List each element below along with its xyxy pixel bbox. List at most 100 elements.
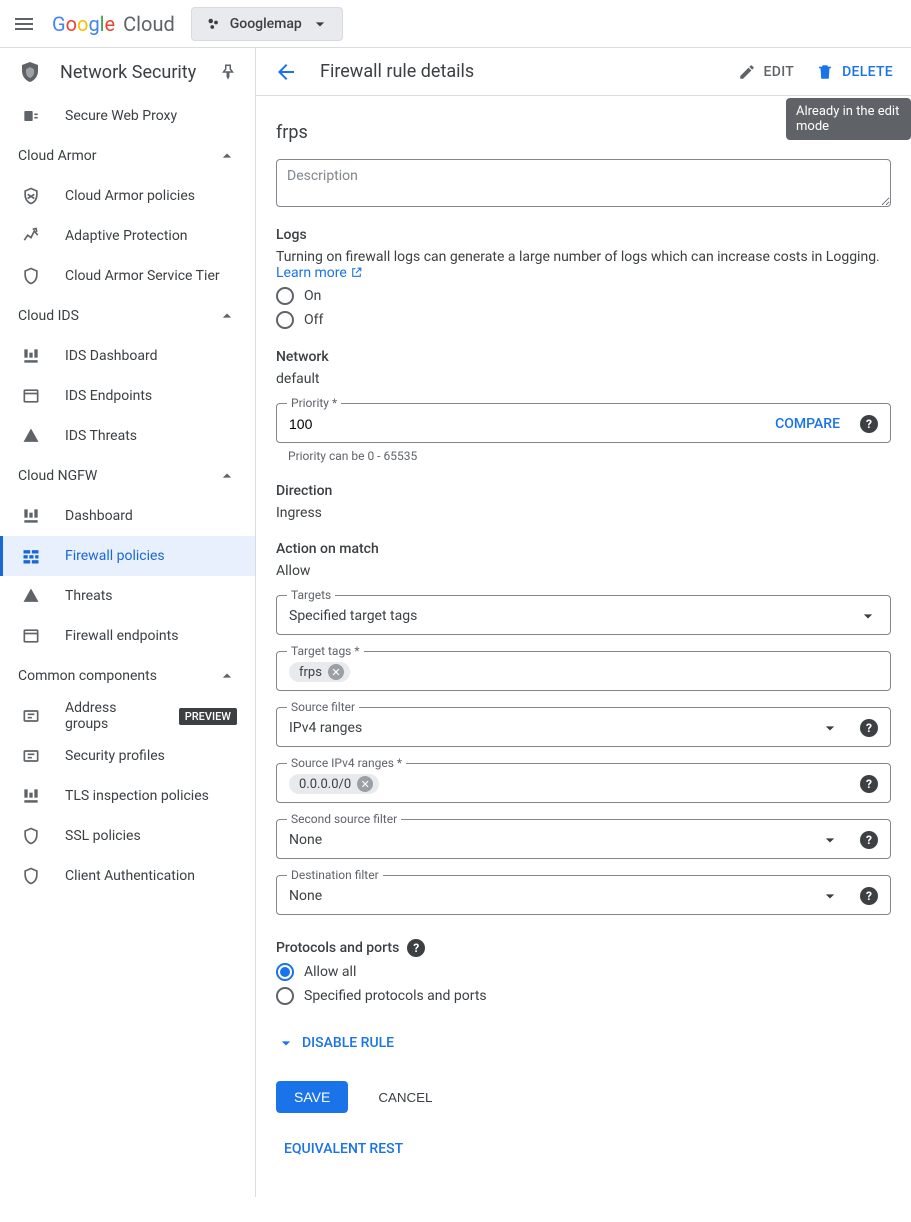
second-source-filter-select[interactable]: Second source filter None ? xyxy=(276,819,891,859)
armor-policies-icon xyxy=(21,186,41,206)
help-icon[interactable]: ? xyxy=(407,939,425,957)
dest-filter-label: Destination filter xyxy=(287,868,383,882)
caret-down-icon xyxy=(820,830,840,850)
sidebar-item-ngfw-threats[interactable]: Threats xyxy=(0,576,255,616)
priority-field[interactable]: Priority * COMPARE ? xyxy=(276,403,891,443)
source-ranges-field[interactable]: Source IPv4 ranges * 0.0.0.0/0 ✕ ? xyxy=(276,763,891,803)
sidebar-item-address-groups[interactable]: Address groups PREVIEW xyxy=(0,696,255,736)
sidebar-item-client-auth[interactable]: Client Authentication xyxy=(0,856,255,896)
sidebar-item-label: Client Authentication xyxy=(65,868,195,884)
help-icon[interactable]: ? xyxy=(860,719,878,737)
sidebar-group-common-components[interactable]: Common components xyxy=(0,656,255,696)
proxy-icon xyxy=(21,106,41,126)
description-input[interactable]: Description xyxy=(276,159,891,207)
help-icon[interactable]: ? xyxy=(860,831,878,849)
help-icon[interactable]: ? xyxy=(860,415,878,433)
back-arrow-icon[interactable] xyxy=(274,60,298,84)
priority-label: Priority * xyxy=(287,396,341,410)
network-value: default xyxy=(276,371,891,387)
logs-on-radio[interactable]: On xyxy=(276,287,891,305)
logs-description: Turning on firewall logs can generate a … xyxy=(276,249,891,281)
dashboard-icon xyxy=(21,506,41,526)
disable-rule-toggle[interactable]: DISABLE RULE xyxy=(276,1033,394,1053)
sidebar-group-cloud-ngfw[interactable]: Cloud NGFW xyxy=(0,456,255,496)
project-selector[interactable]: Googlemap xyxy=(191,7,343,41)
source-ranges-label: Source IPv4 ranges * xyxy=(287,756,406,770)
pin-icon[interactable] xyxy=(219,63,237,81)
save-button[interactable]: SAVE xyxy=(276,1081,348,1113)
sidebar-group-label: Cloud NGFW xyxy=(18,468,97,484)
sidebar-item-secure-web-proxy[interactable]: Secure Web Proxy xyxy=(0,96,255,136)
sidebar-title: Network Security xyxy=(60,62,196,83)
direction-value: Ingress xyxy=(276,505,891,521)
delete-label: DELETE xyxy=(842,64,893,80)
chip-label: 0.0.0.0/0 xyxy=(299,777,351,792)
threats-icon xyxy=(21,586,41,606)
destination-filter-select[interactable]: Destination filter None ? xyxy=(276,875,891,915)
radio-label: Specified protocols and ports xyxy=(304,988,487,1004)
sidebar-group-cloud-ids[interactable]: Cloud IDS xyxy=(0,296,255,336)
radio-label: Off xyxy=(304,312,323,328)
sidebar-item-label: TLS inspection policies xyxy=(65,788,209,804)
external-link-icon xyxy=(350,266,363,279)
sidebar-group-label: Cloud IDS xyxy=(18,308,79,324)
targets-select[interactable]: Targets Specified target tags xyxy=(276,595,891,635)
priority-input[interactable] xyxy=(289,414,775,434)
google-cloud-logo[interactable]: Google Cloud xyxy=(52,12,175,36)
help-icon[interactable]: ? xyxy=(860,775,878,793)
sidebar-item-ids-threats[interactable]: IDS Threats xyxy=(0,416,255,456)
source-range-chip[interactable]: 0.0.0.0/0 ✕ xyxy=(289,774,379,794)
sidebar-item-label: Threats xyxy=(65,588,113,604)
delete-button[interactable]: DELETE xyxy=(816,63,893,81)
nav-menu-icon[interactable] xyxy=(12,12,36,36)
compare-link[interactable]: COMPARE xyxy=(775,416,840,432)
caret-down-icon xyxy=(820,886,840,906)
sidebar-group-cloud-armor[interactable]: Cloud Armor xyxy=(0,136,255,176)
project-name: Googlemap xyxy=(230,16,302,32)
source-filter-label: Source filter xyxy=(287,700,359,714)
sidebar-item-tls-inspection[interactable]: TLS inspection policies xyxy=(0,776,255,816)
sidebar-item-label: IDS Dashboard xyxy=(65,348,158,364)
target-tags-field[interactable]: Target tags * frps ✕ xyxy=(276,651,891,691)
chip-remove-icon[interactable]: ✕ xyxy=(328,664,344,680)
targets-value: Specified target tags xyxy=(289,608,417,624)
equivalent-rest-link[interactable]: EQUIVALENT REST xyxy=(284,1141,891,1157)
sidebar-item-ngfw-dashboard[interactable]: Dashboard xyxy=(0,496,255,536)
sidebar-item-firewall-policies[interactable]: Firewall policies xyxy=(0,536,255,576)
sidebar-item-ids-endpoints[interactable]: IDS Endpoints xyxy=(0,376,255,416)
chevron-up-icon xyxy=(217,466,237,486)
edit-button[interactable]: EDIT xyxy=(738,63,795,81)
logs-off-radio[interactable]: Off xyxy=(276,311,891,329)
source-filter-select[interactable]: Source filter IPv4 ranges ? xyxy=(276,707,891,747)
endpoints-icon xyxy=(21,386,41,406)
logo-suffix: Cloud xyxy=(123,12,175,36)
shield-icon xyxy=(21,866,41,886)
learn-more-link[interactable]: Learn more xyxy=(276,265,363,281)
sidebar-item-ssl-policies[interactable]: SSL policies xyxy=(0,816,255,856)
endpoints-icon xyxy=(21,626,41,646)
dest-filter-value: None xyxy=(289,888,322,904)
sidebar-item-ids-dashboard[interactable]: IDS Dashboard xyxy=(0,336,255,376)
chevron-up-icon xyxy=(217,666,237,686)
threats-icon xyxy=(21,426,41,446)
sidebar-item-cloud-armor-policies[interactable]: Cloud Armor policies xyxy=(0,176,255,216)
target-tag-chip[interactable]: frps ✕ xyxy=(289,662,350,682)
sidebar-item-armor-service-tier[interactable]: Cloud Armor Service Tier xyxy=(0,256,255,296)
radio-label: On xyxy=(304,288,321,304)
allow-all-radio[interactable]: Allow all xyxy=(276,963,891,981)
chip-remove-icon[interactable]: ✕ xyxy=(357,776,373,792)
sidebar-item-label: Security profiles xyxy=(65,748,165,764)
help-icon[interactable]: ? xyxy=(860,887,878,905)
sidebar-item-label: Dashboard xyxy=(65,508,133,524)
address-icon xyxy=(21,706,41,726)
cancel-button[interactable]: CANCEL xyxy=(372,1089,438,1106)
sidebar-item-firewall-endpoints[interactable]: Firewall endpoints xyxy=(0,616,255,656)
sidebar-item-adaptive-protection[interactable]: Adaptive Protection xyxy=(0,216,255,256)
priority-hint: Priority can be 0 - 65535 xyxy=(288,449,891,463)
sidebar-group-label: Common components xyxy=(18,668,157,684)
tls-icon xyxy=(21,786,41,806)
adaptive-icon xyxy=(21,226,41,246)
specified-protocols-radio[interactable]: Specified protocols and ports xyxy=(276,987,891,1005)
sidebar-item-security-profiles[interactable]: Security profiles xyxy=(0,736,255,776)
sidebar: Network Security Secure Web Proxy Cloud … xyxy=(0,48,256,1197)
